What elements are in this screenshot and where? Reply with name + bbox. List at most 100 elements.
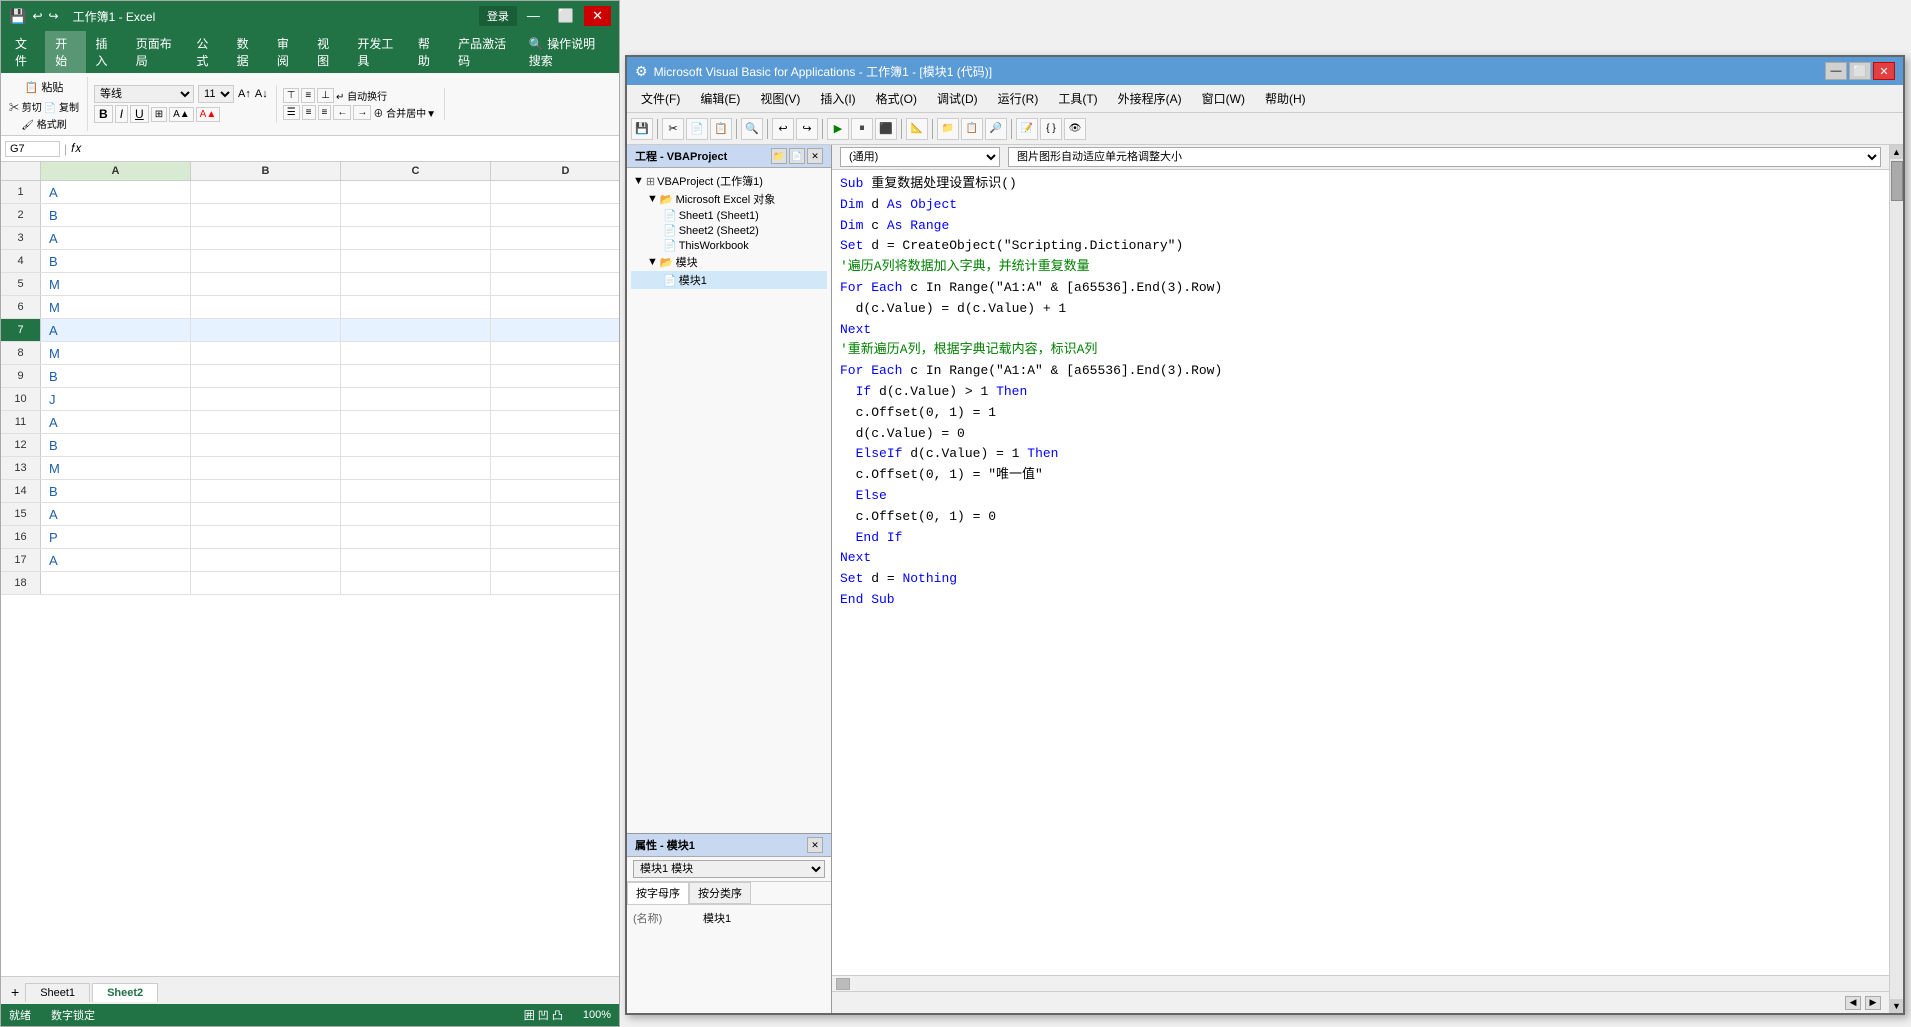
add-sheet-btn[interactable]: + [5, 982, 25, 1002]
excel-close-btn[interactable]: ✕ [584, 6, 611, 26]
project-pane-btn1[interactable]: 📁 [771, 148, 787, 164]
vba-tb-copy[interactable]: 📄 [686, 118, 708, 140]
vba-tb-paste[interactable]: 📋 [710, 118, 732, 140]
indent-inc-btn[interactable]: → [353, 105, 371, 120]
grid-row-12[interactable]: 12B [1, 434, 619, 457]
cell-17-a[interactable]: A [41, 549, 191, 571]
vba-menu-debug[interactable]: 调试(D) [927, 87, 988, 110]
cell-17-D[interactable] [491, 549, 619, 571]
vba-menu-file[interactable]: 文件(F) [631, 87, 690, 110]
cell-15-B[interactable] [191, 503, 341, 525]
cell-16-D[interactable] [491, 526, 619, 548]
grid-row-3[interactable]: 3A [1, 227, 619, 250]
cell-2-B[interactable] [191, 204, 341, 226]
wrap-text-btn[interactable]: ↵ 自动换行 [336, 88, 387, 103]
cell-9-B[interactable] [191, 365, 341, 387]
cell-6-C[interactable] [341, 296, 491, 318]
vba-code-scrollbar-bottom[interactable] [832, 975, 1889, 991]
vba-menu-edit[interactable]: 编辑(E) [690, 87, 750, 110]
cell-14-D[interactable] [491, 480, 619, 502]
align-top-btn[interactable]: ⊤ [283, 88, 300, 103]
cell-15-C[interactable] [341, 503, 491, 525]
cell-18-D[interactable] [491, 572, 619, 594]
cell-1-B[interactable] [191, 181, 341, 203]
indent-dec-btn[interactable]: ← [333, 105, 351, 120]
scroll-thumb[interactable] [836, 978, 850, 990]
cut-btn[interactable]: ✂ 剪切 [9, 99, 42, 114]
cell-4-D[interactable] [491, 250, 619, 272]
cell-3-C[interactable] [341, 227, 491, 249]
excel-search-icon[interactable]: 🔍 操作说明搜索 [519, 31, 615, 73]
vba-menu-view[interactable]: 视图(V) [750, 87, 810, 110]
excel-restore-btn[interactable]: ⬜ [550, 6, 582, 26]
scroll-thumb-v[interactable] [1891, 161, 1903, 201]
vba-tb-design[interactable]: 📐 [906, 118, 928, 140]
cell-10-B[interactable] [191, 388, 341, 410]
vba-tb-cut[interactable]: ✂ [662, 118, 684, 140]
properties-select[interactable]: 模块1 模块 [633, 860, 825, 878]
cell-3-a[interactable]: A [41, 227, 191, 249]
name-box[interactable] [5, 141, 60, 157]
excel-redo-icon[interactable]: ↪ [49, 9, 59, 23]
grid-row-5[interactable]: 5M [1, 273, 619, 296]
formula-input[interactable] [86, 143, 615, 155]
cell-14-C[interactable] [341, 480, 491, 502]
font-increase-btn[interactable]: A↑ [238, 88, 251, 100]
italic-btn[interactable]: I [115, 105, 128, 123]
copy-btn[interactable]: 📄 复制 [44, 99, 79, 114]
font-color-btn[interactable]: A▲ [196, 107, 221, 122]
vba-nav-prev[interactable]: ◀ [1845, 996, 1861, 1010]
cell-3-D[interactable] [491, 227, 619, 249]
tree-item-sheet2[interactable]: 📄 Sheet2 (Sheet2) [631, 223, 827, 238]
grid-row-7[interactable]: 7A [1, 319, 619, 342]
cell-6-B[interactable] [191, 296, 341, 318]
grid-row-15[interactable]: 15A [1, 503, 619, 526]
cell-18-B[interactable] [191, 572, 341, 594]
cell-13-D[interactable] [491, 457, 619, 479]
font-select[interactable]: 等线 [94, 85, 194, 103]
excel-save-icon[interactable]: 💾 [9, 8, 26, 25]
vba-tb-save[interactable]: 💾 [631, 118, 653, 140]
props-tab-category[interactable]: 按分类序 [689, 882, 751, 904]
vba-tb-break[interactable]: ⏸ [851, 118, 873, 140]
cell-6-a[interactable]: M [41, 296, 191, 318]
cell-1-C[interactable] [341, 181, 491, 203]
vba-code-editor[interactable]: Sub 重复数据处理设置标识() Dim d As Object Dim c A… [832, 170, 1889, 975]
col-header-b[interactable]: B [191, 162, 341, 180]
excel-menu-layout[interactable]: 页面布局 [126, 31, 187, 73]
vba-menu-format[interactable]: 格式(O) [866, 87, 927, 110]
align-left-btn[interactable]: ☰ [283, 105, 300, 120]
cell-18-C[interactable] [341, 572, 491, 594]
excel-menu-home[interactable]: 开始 [45, 31, 85, 73]
cell-9-C[interactable] [341, 365, 491, 387]
cell-11-B[interactable] [191, 411, 341, 433]
cell-18-a[interactable] [41, 572, 191, 594]
grid-row-14[interactable]: 14B [1, 480, 619, 503]
vba-tb-reset[interactable]: ⬛ [875, 118, 897, 140]
cell-15-D[interactable] [491, 503, 619, 525]
cell-5-D[interactable] [491, 273, 619, 295]
cell-11-a[interactable]: A [41, 411, 191, 433]
cell-13-a[interactable]: M [41, 457, 191, 479]
grid-row-11[interactable]: 11A [1, 411, 619, 434]
vba-tb-project[interactable]: 📁 [937, 118, 959, 140]
code-proc-select[interactable]: 图片图形自动适应单元格调整大小 [1008, 147, 1881, 167]
excel-menu-help[interactable]: 帮助 [408, 31, 448, 73]
project-pane-close[interactable]: ✕ [807, 148, 823, 164]
cell-10-C[interactable] [341, 388, 491, 410]
cell-12-C[interactable] [341, 434, 491, 456]
vba-menu-insert[interactable]: 插入(I) [810, 87, 865, 110]
cell-16-a[interactable]: P [41, 526, 191, 548]
props-tab-alpha[interactable]: 按字母序 [627, 882, 689, 904]
excel-menu-file[interactable]: 文件 [5, 31, 45, 73]
paste-btn[interactable]: 📋 粘贴 [9, 77, 79, 97]
excel-menu-dev[interactable]: 开发工具 [347, 31, 408, 73]
font-size-select[interactable]: 11 [198, 85, 234, 103]
cell-15-a[interactable]: A [41, 503, 191, 525]
cell-7-D[interactable] [491, 319, 619, 341]
vba-minimize-btn[interactable]: — [1825, 62, 1847, 80]
cell-4-C[interactable] [341, 250, 491, 272]
vba-tb-undo[interactable]: ↩ [772, 118, 794, 140]
align-right-btn[interactable]: ≡ [318, 105, 332, 120]
cell-5-B[interactable] [191, 273, 341, 295]
